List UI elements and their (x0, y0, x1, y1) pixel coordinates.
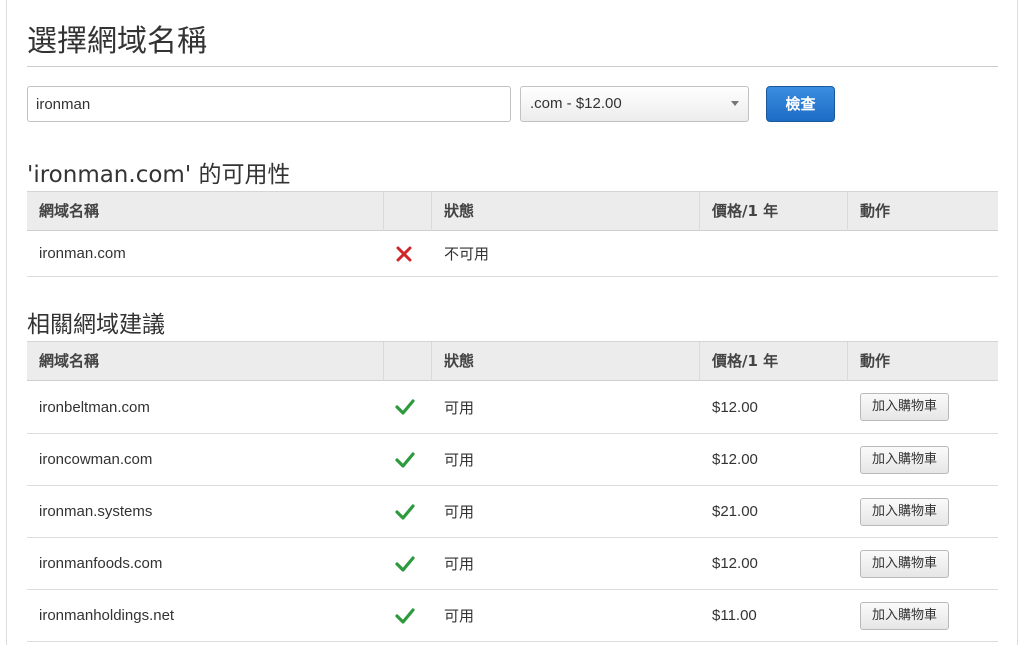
action-cell (848, 231, 998, 276)
status-icon-cell (384, 231, 432, 276)
price-text: $12.00 (712, 398, 758, 416)
suggestions-table: 網域名稱 狀態 價格/1 年 動作 ironbeltman.com 可用 $12… (27, 341, 998, 642)
check-button[interactable]: 檢查 (766, 86, 835, 122)
chevron-down-icon (731, 101, 739, 106)
header-domain: 網域名稱 (27, 342, 384, 381)
action-cell: 加入購物車 (848, 434, 998, 485)
action-cell: 加入購物車 (848, 590, 998, 641)
status-icon-cell (384, 486, 432, 537)
header-status: 狀態 (432, 342, 700, 381)
header-price: 價格/1 年 (700, 342, 848, 381)
table-row: ironcowman.com 可用 $12.00 加入購物車 (27, 434, 998, 486)
table-row: ironman.systems 可用 $21.00 加入購物車 (27, 486, 998, 538)
domain-name: ironman.systems (39, 503, 153, 520)
availability-title: 'ironman.com' 的可用性 (27, 162, 291, 188)
action-cell: 加入購物車 (848, 381, 998, 433)
status-icon-cell (384, 434, 432, 485)
header-price: 價格/1 年 (700, 192, 848, 231)
status-icon-cell (384, 538, 432, 589)
table-row: ironbeltman.com 可用 $12.00 加入購物車 (27, 381, 998, 434)
table-row: ironmanholdings.net 可用 $11.00 加入購物車 (27, 590, 998, 642)
add-to-cart-button[interactable]: 加入購物車 (860, 445, 950, 474)
header-icon (384, 342, 432, 381)
table-header: 網域名稱 狀態 價格/1 年 動作 (27, 191, 998, 231)
left-border (6, 0, 7, 645)
header-status: 狀態 (432, 192, 700, 231)
domain-name: ironbeltman.com (39, 398, 150, 416)
check-icon (395, 399, 415, 415)
header-icon (384, 192, 432, 231)
check-icon (395, 555, 415, 572)
status-text: 不可用 (444, 245, 490, 263)
status-text: 可用 (444, 503, 475, 521)
status-text: 可用 (444, 451, 475, 469)
price-text: $12.00 (712, 451, 758, 468)
status-icon-cell (384, 381, 432, 433)
add-to-cart-button[interactable]: 加入購物車 (860, 497, 950, 526)
table-row: ironmanfoods.com 可用 $12.00 加入購物車 (27, 538, 998, 590)
price-text: $11.00 (712, 607, 757, 624)
domain-name: ironman.com (39, 245, 126, 262)
header-action: 動作 (860, 352, 891, 370)
table-header: 網域名稱 狀態 價格/1 年 動作 (27, 341, 998, 381)
price-text: $21.00 (712, 503, 758, 520)
price-text: $12.00 (712, 555, 758, 572)
status-icon-cell (384, 590, 432, 641)
status-text: 可用 (444, 607, 475, 625)
add-to-cart-button[interactable]: 加入購物車 (860, 393, 950, 421)
x-icon (396, 246, 412, 261)
title-divider (27, 66, 998, 67)
tld-select[interactable]: .com - $12.00 (520, 86, 749, 122)
add-to-cart-button[interactable]: 加入購物車 (860, 601, 950, 630)
domain-name: ironmanholdings.net (39, 607, 175, 624)
domain-name: ironmanfoods.com (39, 555, 163, 572)
domain-search-input[interactable] (27, 86, 511, 122)
check-icon (395, 607, 415, 624)
table-row: ironman.com 不可用 (27, 231, 998, 277)
page-title: 選擇網域名稱 (27, 24, 207, 59)
check-icon (395, 503, 415, 520)
availability-table: 網域名稱 狀態 價格/1 年 動作 ironman.com 不可用 (27, 191, 998, 277)
tld-select-value: .com - $12.00 (530, 95, 622, 112)
check-icon (395, 451, 415, 468)
status-text: 可用 (444, 398, 475, 417)
price-cell (700, 231, 848, 276)
status-text: 可用 (444, 555, 475, 573)
add-to-cart-button[interactable]: 加入購物車 (860, 549, 950, 578)
right-border (1017, 0, 1018, 645)
suggestions-title: 相關網域建議 (27, 312, 165, 338)
domain-name: ironcowman.com (39, 451, 153, 468)
action-cell: 加入購物車 (848, 538, 998, 589)
action-cell: 加入購物車 (848, 486, 998, 537)
header-action: 動作 (860, 202, 891, 220)
header-domain: 網域名稱 (27, 192, 384, 231)
